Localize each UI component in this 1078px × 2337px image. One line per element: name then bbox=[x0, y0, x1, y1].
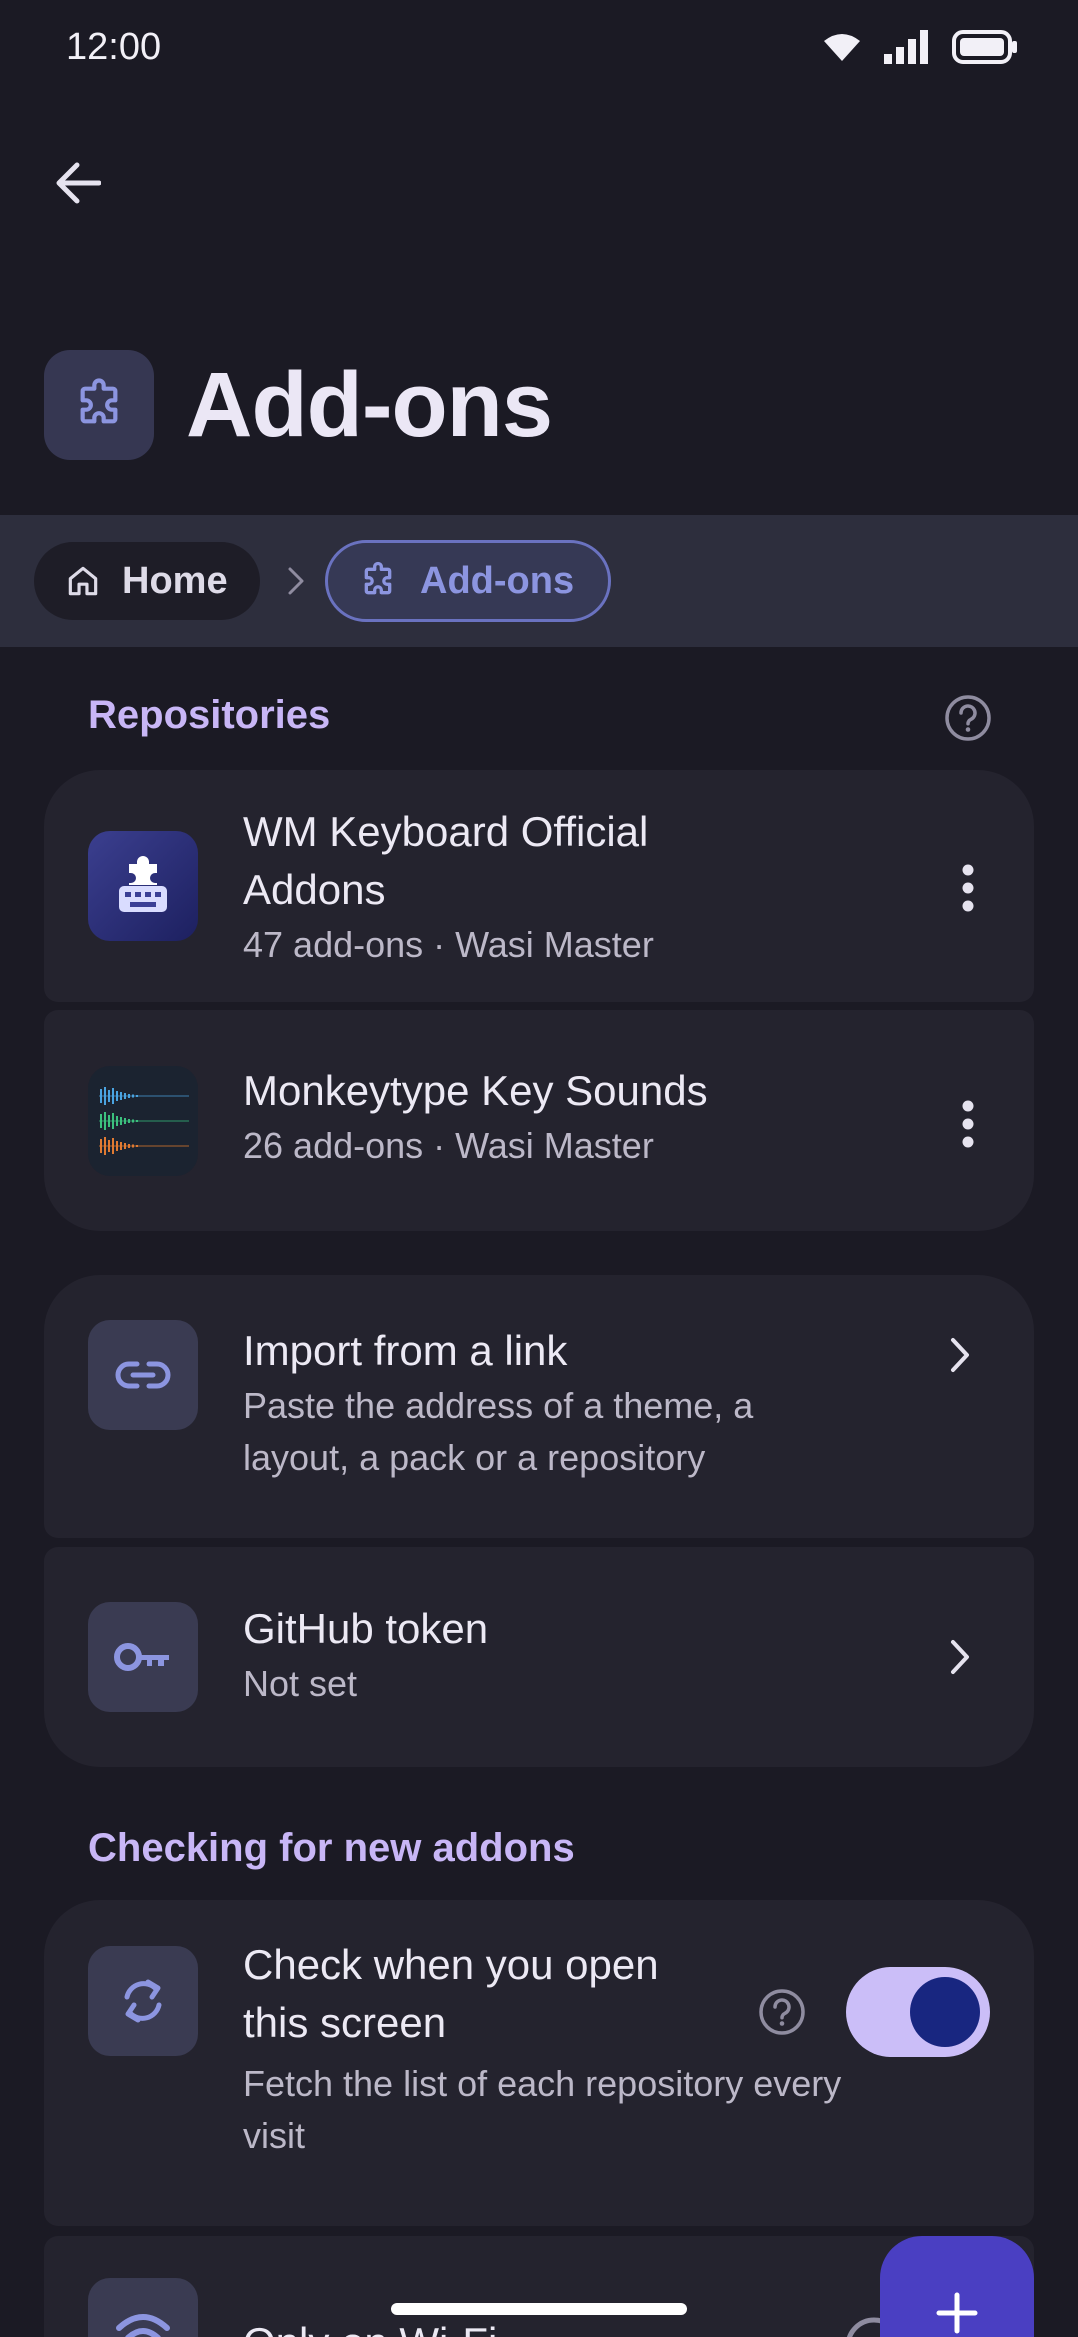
wifi-only-icon-tile bbox=[88, 2278, 198, 2337]
battery-icon bbox=[952, 30, 1017, 64]
import-icon-tile bbox=[88, 1320, 198, 1430]
import-text: Import from a link Paste the address of … bbox=[243, 1322, 753, 1484]
github-token-title: GitHub token bbox=[243, 1605, 489, 1652]
link-icon bbox=[115, 1361, 171, 1389]
chevron-right-icon bbox=[951, 1640, 969, 1674]
check-on-open-icon-tile bbox=[88, 1946, 198, 2056]
check-on-open-title-line1: Check when you open bbox=[243, 1941, 659, 1988]
help-icon[interactable] bbox=[944, 694, 992, 742]
repository-text: WM Keyboard Official Addons 47 add-ons ·… bbox=[243, 803, 654, 971]
home-indicator[interactable] bbox=[391, 2303, 687, 2315]
sync-icon bbox=[124, 1979, 162, 2023]
status-bar: 12:00 bbox=[0, 0, 1078, 100]
import-subtitle-line1: Paste the address of a theme, a bbox=[243, 1385, 754, 1426]
repository-item-monkeytype[interactable]: Monkeytype Key Sounds 26 add-ons · Wasi … bbox=[44, 1010, 1034, 1231]
breadcrumb-home[interactable]: Home bbox=[34, 542, 260, 620]
toggle-knob bbox=[910, 1977, 980, 2047]
help-icon[interactable] bbox=[758, 1988, 806, 2036]
wifi-only-text: Only on Wi-Fi bbox=[243, 2314, 497, 2337]
import-from-link-item[interactable]: Import from a link Paste the address of … bbox=[44, 1275, 1034, 1538]
arrow-back-icon bbox=[56, 162, 101, 204]
check-on-open-text: Check when you open this screen Fetch th… bbox=[243, 1936, 841, 2162]
keyboard-puzzle-icon bbox=[119, 856, 167, 912]
status-icons bbox=[822, 30, 1018, 64]
puzzle-icon bbox=[364, 561, 392, 595]
import-subtitle-line2: layout, a pack or a repository bbox=[243, 1437, 706, 1478]
repository-text: Monkeytype Key Sounds 26 add-ons · Wasi … bbox=[243, 1062, 708, 1172]
check-on-open-toggle[interactable] bbox=[846, 1967, 990, 2057]
chevron-right-icon bbox=[951, 1338, 969, 1372]
section-label-repositories: Repositories bbox=[88, 693, 331, 737]
repository-subtitle: 47 add-ons · Wasi Master bbox=[243, 924, 654, 965]
more-vert-icon[interactable] bbox=[960, 864, 976, 912]
key-icon bbox=[114, 1643, 169, 1671]
breadcrumb: Home Add-ons bbox=[0, 515, 1078, 647]
plus-icon bbox=[936, 2292, 978, 2334]
more-vert-icon[interactable] bbox=[960, 1100, 976, 1148]
sound-waves-icon bbox=[99, 1087, 189, 1155]
repository-title: Monkeytype Key Sounds bbox=[243, 1067, 708, 1114]
check-on-open-subtitle-line1: Fetch the list of each repository every bbox=[243, 2063, 842, 2104]
github-token-icon-tile bbox=[88, 1602, 198, 1712]
wifi-icon bbox=[824, 34, 860, 61]
breadcrumb-home-label: Home bbox=[122, 559, 228, 602]
repository-logo bbox=[88, 831, 198, 941]
repository-logo bbox=[88, 1066, 198, 1176]
wifi-only-title: Only on Wi-Fi bbox=[243, 2314, 497, 2337]
puzzle-icon bbox=[80, 378, 118, 424]
check-on-open-subtitle-line2: visit bbox=[243, 2115, 305, 2156]
github-token-item[interactable]: GitHub token Not set bbox=[44, 1547, 1034, 1767]
wifi-icon bbox=[116, 2314, 170, 2337]
check-on-open-item[interactable]: Check when you open this screen Fetch th… bbox=[44, 1900, 1034, 2226]
breadcrumb-addons-label: Add-ons bbox=[420, 559, 575, 602]
home-icon bbox=[68, 566, 98, 596]
repository-subtitle: 26 add-ons · Wasi Master bbox=[243, 1125, 654, 1166]
back-button[interactable] bbox=[44, 150, 110, 216]
breadcrumb-addons[interactable]: Add-ons bbox=[325, 540, 612, 622]
signal-icon bbox=[884, 30, 928, 64]
header-icon-tile bbox=[44, 350, 154, 460]
repository-title-line1: WM Keyboard Official bbox=[243, 808, 649, 855]
status-time: 12:00 bbox=[66, 26, 162, 68]
add-fab-button[interactable] bbox=[880, 2236, 1034, 2337]
check-on-open-title-line2: this screen bbox=[243, 1999, 447, 2046]
github-token-text: GitHub token Not set bbox=[243, 1600, 488, 1710]
repository-item-wm-keyboard[interactable]: WM Keyboard Official Addons 47 add-ons ·… bbox=[44, 770, 1034, 1002]
chevron-right-icon bbox=[288, 567, 304, 595]
section-label-checking: Checking for new addons bbox=[88, 1826, 575, 1870]
page-header: Add-ons bbox=[44, 350, 553, 460]
page-title: Add-ons bbox=[186, 353, 553, 456]
github-token-subtitle: Not set bbox=[243, 1663, 358, 1704]
repository-title-line2: Addons bbox=[243, 866, 386, 913]
import-title: Import from a link bbox=[243, 1327, 568, 1374]
